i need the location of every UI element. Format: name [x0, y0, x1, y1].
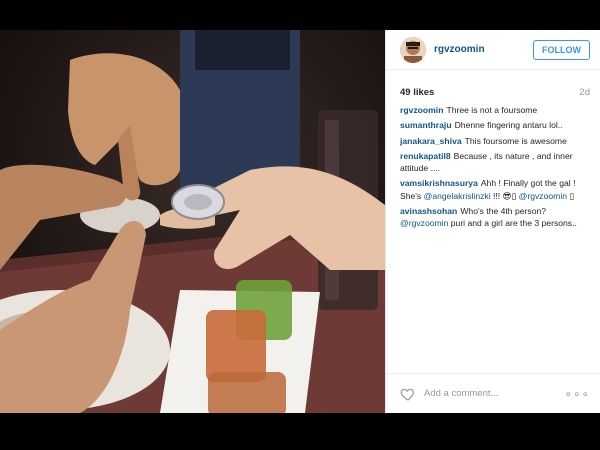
comment-text: !!! 😎▯	[490, 190, 519, 201]
comment-item: avinashsohan Who's the 4th person? @rgvzo…	[400, 205, 590, 230]
comment-mention[interactable]: @rgvzoomin	[519, 191, 567, 201]
comment-username[interactable]: vamsikrishnasurya	[400, 178, 478, 188]
header-username[interactable]: rgvzoomin	[434, 44, 533, 55]
post-side-panel: rgvzoomin FOLLOW 49 likes 2d rgvzoomin Th…	[385, 30, 600, 413]
comment-footer: Add a comment... ∘∘∘	[386, 373, 600, 413]
comment-username[interactable]: renukapatil8	[400, 151, 451, 161]
post-header: rgvzoomin FOLLOW	[386, 30, 600, 70]
post-photo	[0, 30, 385, 413]
comment-item: rgvzoomin Three is not a foursome	[400, 104, 590, 116]
comment-text: ▯	[567, 190, 575, 201]
comment-username[interactable]: janakara_shiva	[400, 136, 462, 146]
heart-icon[interactable]	[400, 386, 416, 402]
comment-mention[interactable]: @rgvzoomin	[400, 218, 448, 228]
comment-username[interactable]: sumanthraju	[400, 120, 452, 130]
comment-text: Who's the 4th person?	[460, 206, 547, 217]
comment-item: janakara_shiva This foursome is awesome	[400, 135, 590, 147]
screenshot-frame: rgvzoomin FOLLOW 49 likes 2d rgvzoomin Th…	[0, 0, 600, 450]
likes-count[interactable]: 49 likes	[400, 87, 434, 98]
comment-list: rgvzoomin Three is not a foursome sumanth…	[386, 98, 600, 230]
avatar[interactable]	[400, 36, 426, 63]
comment-item: sumanthraju Dhenne fingering antaru lol..	[400, 119, 590, 131]
post-meta: 49 likes 2d	[386, 87, 600, 98]
post-time[interactable]: 2d	[579, 87, 590, 98]
comment-mention[interactable]: @angelakrislinzki	[424, 191, 491, 201]
comment-item: renukapatil8 Because , its nature , and i…	[400, 150, 590, 175]
comment-text: Three is not a foursome	[446, 105, 538, 115]
comment-text: This foursome is awesome	[464, 135, 567, 146]
add-comment-input[interactable]: Add a comment...	[424, 388, 564, 399]
comment-username[interactable]: avinashsohan	[400, 206, 457, 216]
comment-username[interactable]: rgvzoomin	[400, 105, 443, 115]
comment-text: Dhenne fingering antaru lol..	[454, 120, 563, 131]
follow-button[interactable]: FOLLOW	[533, 39, 590, 60]
more-options-icon[interactable]: ∘∘∘	[564, 387, 590, 401]
comment-item: vamsikrishnasurya Ahh ! Finally got the g…	[400, 177, 590, 202]
avatar-image-icon	[400, 36, 426, 63]
photo-illustration	[0, 30, 385, 413]
comment-text: puri and a girl are the 3 persons..	[448, 218, 577, 229]
